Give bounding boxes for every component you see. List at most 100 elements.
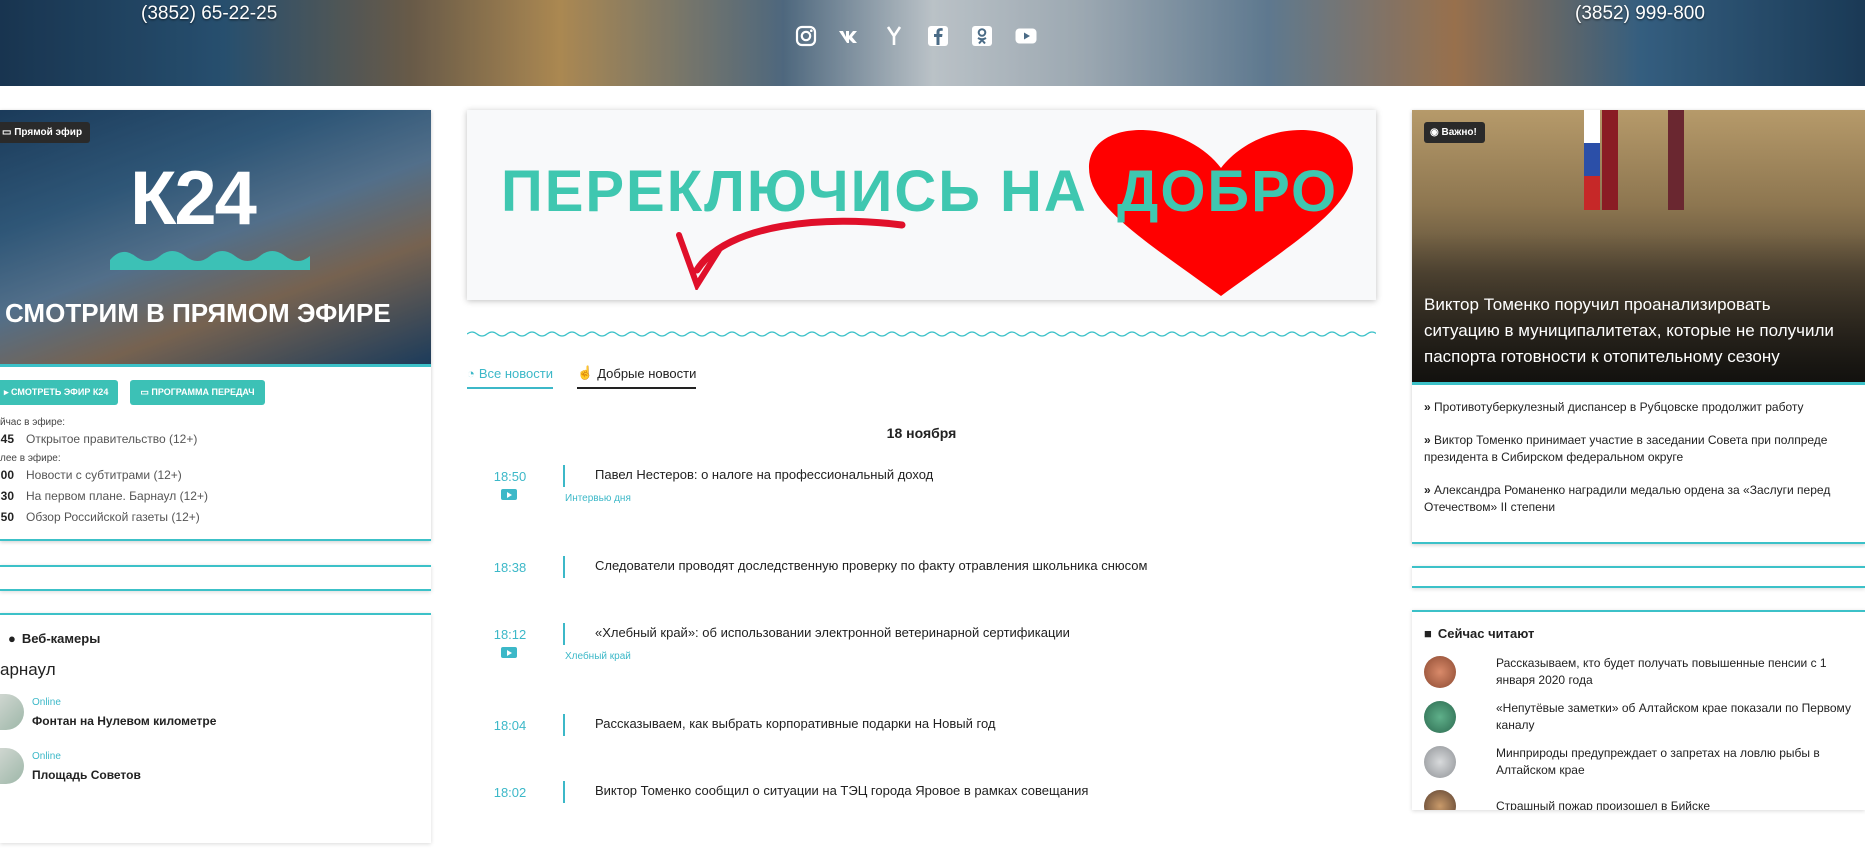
reading-thumbnail[interactable] — [1424, 656, 1456, 688]
wave-logo-icon — [110, 251, 310, 270]
schedule-title: Новости с субтитрами (12+) — [26, 468, 182, 482]
tab-all-news[interactable]: ◔ Все новости — [467, 365, 553, 389]
timeline-marker — [563, 623, 565, 645]
camera-icon: ● — [8, 631, 16, 646]
yandex-icon[interactable] — [882, 24, 906, 48]
phone-left[interactable]: (3852) 65-22-25 — [141, 3, 277, 25]
reading-thumbnail[interactable] — [1424, 746, 1456, 778]
arrow-icon — [676, 217, 906, 290]
reading-item-title[interactable]: Страшный пожар произошел в Бийске — [1496, 798, 1710, 811]
webcam-name[interactable]: Площадь Советов — [32, 768, 141, 782]
reading-item-title[interactable]: «Непутёвые заметки» об Алтайском крае по… — [1496, 700, 1853, 734]
tv-program-button[interactable]: ▭ ПРОГРАММА ПЕРЕДАЧ — [130, 380, 265, 405]
schedule-next: 15:30 На первом плане. Барнаул (12+) — [0, 489, 431, 503]
timeline-marker — [563, 556, 565, 578]
important-card: ◉ Важно! Виктор Томенко поручил проанали… — [1412, 110, 1865, 544]
double-chevron-icon: » — [1424, 483, 1435, 497]
monitor-icon: ▭ — [140, 387, 152, 397]
webcam-thumbnail[interactable] — [0, 748, 24, 784]
reading-item[interactable]: Рассказываем, кто будет получать повышен… — [1424, 655, 1853, 689]
double-chevron-icon: » — [1424, 433, 1435, 447]
webcam-item[interactable]: Online Площадь Советов — [0, 748, 431, 784]
tv-icon: ▭ — [2, 127, 15, 138]
news-title[interactable]: Рассказываем, как выбрать корпоративные … — [595, 716, 996, 731]
news-item[interactable]: 18:12 «Хлебный край»: об использовании э… — [467, 623, 1376, 714]
hand-icon: ☝ — [577, 365, 594, 380]
schedule-title: Открытое правительство (12+) — [26, 432, 198, 446]
live-broadcast-card: ▭ Прямой эфир К24 СМОТРИМ В ПРЯМОМ ЭФИРЕ… — [0, 110, 431, 541]
webcams-city: арнаул — [0, 660, 56, 679]
news-title[interactable]: Следователи проводят доследственную пров… — [595, 558, 1147, 573]
tab-all-news-label: Все новости — [478, 365, 553, 381]
next-label: лее в эфире: — [0, 453, 61, 464]
promo-banner[interactable]: ПЕРЕКЛЮЧИСЬ НА ДОБРО — [467, 110, 1376, 300]
header-banner: (3852) 65-22-25 (3852) 999-800 — [0, 0, 1865, 86]
news-category[interactable]: Хлебный край — [565, 651, 631, 662]
news-title[interactable]: Павел Нестеров: о налоге на профессионал… — [595, 467, 933, 482]
news-date: 18 ноября — [886, 425, 957, 441]
news-time: 18:04 — [493, 718, 527, 733]
webcams-widget: ● Веб-камеры арнаул Online Фонтан на Нуле… — [0, 613, 431, 843]
schedule-time: 15:30 — [0, 489, 14, 503]
facebook-icon[interactable] — [926, 24, 950, 48]
tab-good-news[interactable]: ☝ Добрые новости — [577, 365, 697, 389]
webcam-status: Online — [32, 696, 61, 708]
important-link[interactable]: » Противотуберкулезный диспансер в Рубцо… — [1424, 399, 1855, 416]
reading-thumbnail[interactable] — [1424, 701, 1456, 733]
phone-right[interactable]: (3852) 999-800 — [1575, 3, 1705, 25]
double-chevron-icon: » — [1424, 400, 1435, 414]
news-feed: 18:50 Павел Нестеров: о налоге на профес… — [467, 465, 1376, 831]
important-links: » Противотуберкулезный диспансер в Рубцо… — [1412, 385, 1865, 542]
schedule-time: 15:00 — [0, 468, 14, 482]
reading-thumbnail[interactable] — [1424, 790, 1456, 810]
important-photo[interactable]: ◉ Важно! Виктор Томенко поручил проанали… — [1412, 110, 1865, 385]
timeline-marker — [563, 781, 565, 803]
watch-live-button[interactable]: ▸ СМОТРЕТЬ ЭФИР К24 — [0, 380, 119, 405]
schedule-next: 15:50 Обзор Российской газеты (12+) — [0, 510, 431, 524]
news-time: 18:38 — [493, 560, 527, 575]
webcam-thumbnail[interactable] — [0, 694, 24, 730]
webcam-name[interactable]: Фонтан на Нулевом километре — [32, 714, 216, 728]
empty-widget — [1412, 566, 1865, 588]
instagram-icon[interactable] — [794, 24, 818, 48]
important-link-text[interactable]: Александра Романенко наградили медалью о… — [1424, 483, 1830, 514]
flag-image — [1584, 110, 1600, 210]
important-title[interactable]: Виктор Томенко поручил проанализировать … — [1424, 292, 1845, 370]
schedule: йчас в эфире: 14:45 Открытое правительст… — [0, 417, 431, 539]
reading-item[interactable]: Страшный пожар произошел в Бийске — [1424, 790, 1853, 810]
live-buttons: ▸ СМОТРЕТЬ ЭФИР К24 ▭ ПРОГРАММА ПЕРЕДАЧ — [0, 367, 431, 411]
news-item[interactable]: 18:02 Виктор Томенко сообщил о ситуации … — [467, 781, 1376, 831]
news-tabs: ◔ Все новости ☝ Добрые новости — [467, 365, 1376, 389]
left-column: ▭ Прямой эфир К24 СМОТРИМ В ПРЯМОМ ЭФИРЕ… — [0, 110, 431, 843]
reading-item[interactable]: Минприроды предупреждает о запретах на л… — [1424, 745, 1853, 779]
banner-text-right: ДОБРО — [1117, 159, 1339, 224]
important-link[interactable]: » Виктор Томенко принимает участие в зас… — [1424, 432, 1855, 466]
important-link[interactable]: » Александра Романенко наградили медалью… — [1424, 482, 1855, 516]
rss-icon: ◔ — [467, 365, 475, 381]
reading-item[interactable]: «Непутёвые заметки» об Алтайском крае по… — [1424, 700, 1853, 734]
schedule-now: 14:45 Открытое правительство (12+) — [0, 432, 431, 446]
news-category[interactable]: Интервью дня — [565, 493, 631, 504]
reading-item-title[interactable]: Минприроды предупреждает о запретах на л… — [1496, 745, 1853, 779]
odnoklassniki-icon[interactable] — [970, 24, 994, 48]
live-preview[interactable]: ▭ Прямой эфир К24 СМОТРИМ В ПРЯМОМ ЭФИРЕ — [0, 110, 431, 367]
news-item[interactable]: 18:50 Павел Нестеров: о налоге на профес… — [467, 465, 1376, 556]
important-link-text[interactable]: Виктор Томенко принимает участие в засед… — [1424, 433, 1827, 464]
news-title[interactable]: Виктор Томенко сообщил о ситуации на ТЭЦ… — [595, 783, 1088, 798]
news-item[interactable]: 18:38 Следователи проводят доследственну… — [467, 556, 1376, 623]
right-column: ◉ Важно! Виктор Томенко поручил проанали… — [1412, 110, 1865, 810]
reading-title: Сейчас читают — [1437, 626, 1535, 641]
news-time: 18:02 — [493, 785, 527, 800]
vk-icon[interactable] — [838, 24, 862, 48]
webcam-item[interactable]: Online Фонтан на Нулевом километре — [0, 694, 431, 730]
k24-logo: К24 — [130, 156, 257, 241]
youtube-icon[interactable] — [1014, 24, 1038, 48]
social-links — [794, 24, 1038, 48]
play-icon: ▸ — [4, 387, 12, 397]
watch-live-label: СМОТРЕТЬ ЭФИР К24 — [11, 387, 109, 397]
news-title[interactable]: «Хлебный край»: об использовании электро… — [595, 625, 1070, 640]
news-item[interactable]: 18:04 Рассказываем, как выбрать корпорат… — [467, 714, 1376, 781]
important-link-text[interactable]: Противотуберкулезный диспансер в Рубцовс… — [1434, 400, 1804, 414]
divider — [466, 331, 1398, 337]
reading-item-title[interactable]: Рассказываем, кто будет получать повышен… — [1496, 655, 1853, 689]
